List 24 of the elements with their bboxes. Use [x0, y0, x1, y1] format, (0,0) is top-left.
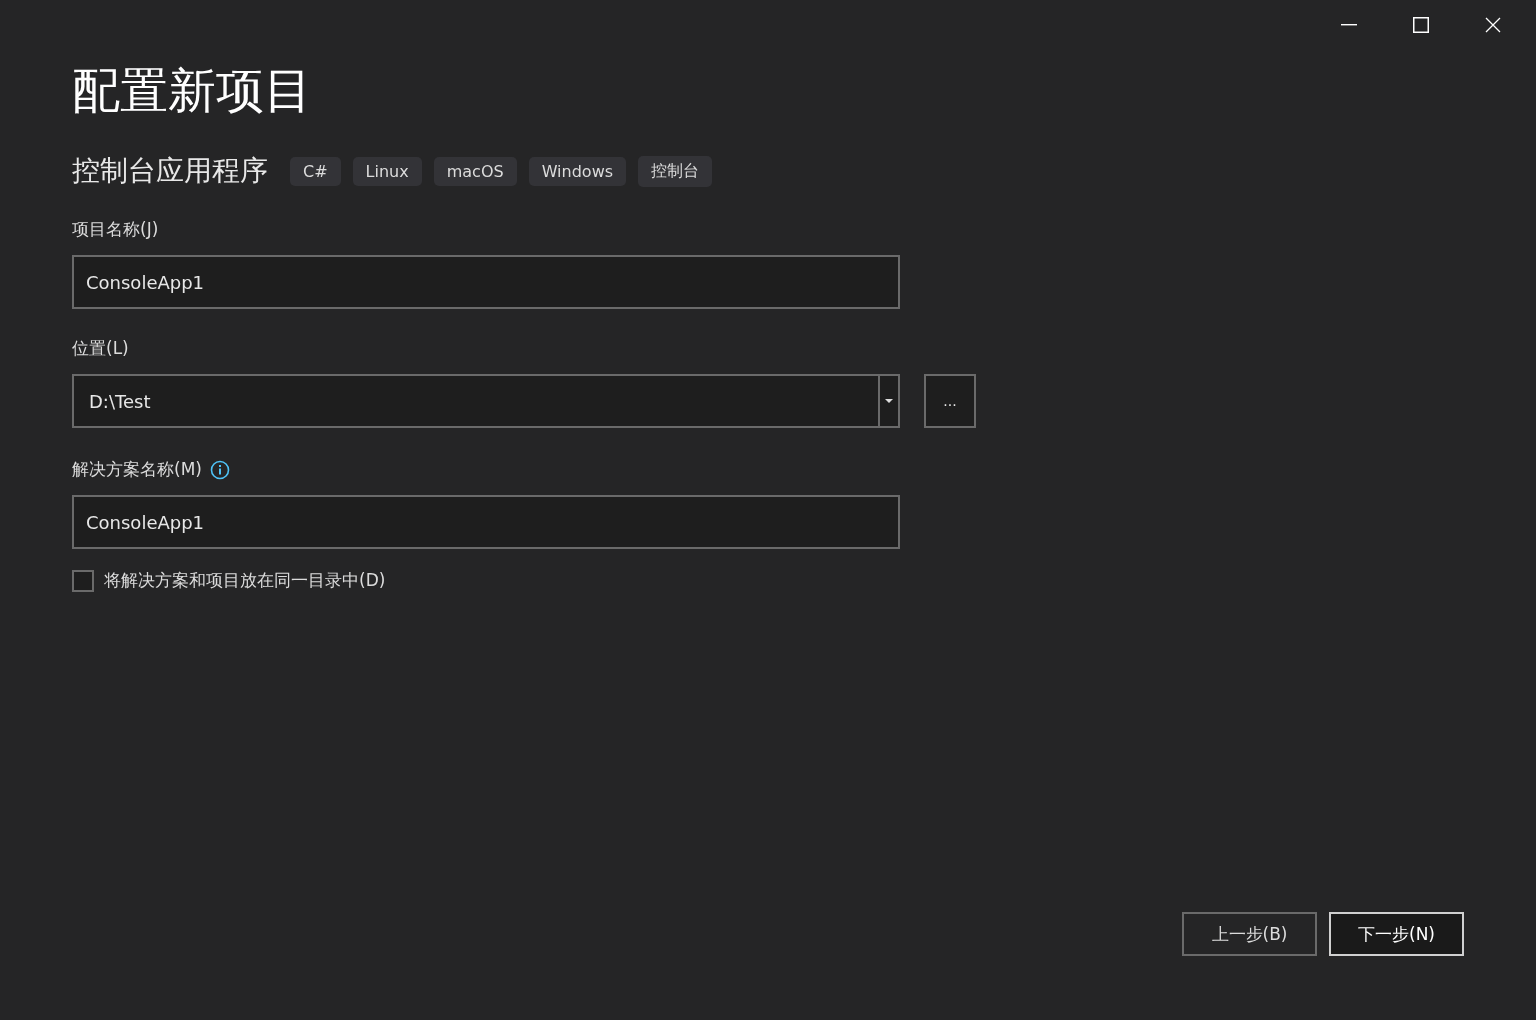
template-name: 控制台应用程序 [72, 153, 268, 189]
tag: Linux [352, 156, 422, 186]
dropdown-caret-icon [885, 399, 893, 403]
field-label: 项目名称(J) [72, 218, 159, 241]
info-icon[interactable] [209, 459, 230, 480]
page-title: 配置新项目 [72, 61, 312, 120]
maximize-icon [1413, 17, 1429, 33]
tag: 控制台 [638, 155, 713, 187]
browse-button[interactable]: ... [924, 374, 976, 428]
back-button[interactable]: 上一步(B) [1182, 912, 1317, 956]
tag: macOS [433, 156, 517, 186]
close-icon [1485, 17, 1501, 33]
input-field[interactable]: ConsoleApp1 [72, 255, 900, 309]
next-button[interactable]: 下一步(N) [1329, 912, 1464, 956]
checkbox-label: 将解决方案和项目放在同一目录中(D) [104, 569, 386, 592]
tag: Windows [528, 156, 627, 186]
field-label: 解决方案名称(M) [72, 458, 202, 481]
location-field[interactable]: D:\Test [72, 374, 878, 428]
field-label: 位置(L) [72, 337, 129, 360]
minimize-icon [1341, 24, 1357, 26]
input-field[interactable]: ConsoleApp1 [72, 495, 900, 549]
checkbox[interactable] [72, 569, 94, 592]
tag: C# [290, 156, 341, 186]
dropdown-button[interactable] [878, 374, 900, 428]
